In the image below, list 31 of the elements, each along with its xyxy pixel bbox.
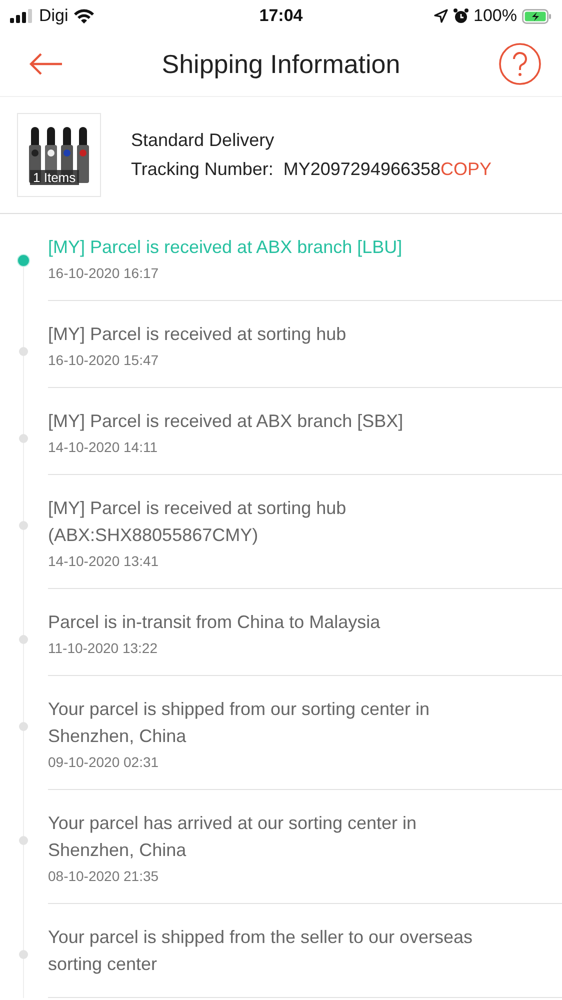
event-time: 16-10-2020 16:17 bbox=[48, 265, 160, 281]
delivery-service: Standard Delivery bbox=[131, 130, 276, 151]
status-time: 17:04 bbox=[259, 6, 303, 26]
event-time: 14-10-2020 13:41 bbox=[48, 553, 160, 569]
event-description: Parcel is in-transit from China to Malaysia bbox=[48, 611, 382, 634]
item-count: 1 Items bbox=[30, 170, 79, 185]
battery-percent: 100% bbox=[474, 6, 517, 26]
event-time: 14-10-2020 14:11 bbox=[48, 439, 158, 455]
event-time: 08-10-2020 21:35 bbox=[48, 868, 160, 884]
tracking-number: MY2097294966358 bbox=[283, 159, 441, 180]
back-button[interactable] bbox=[28, 52, 64, 76]
carrier-name: Digi bbox=[39, 6, 68, 26]
event-description: [MY] Parcel is received at ABX branch [LBU] bbox=[48, 236, 404, 259]
event-description: Your parcel is shipped from the seller to our overseas sorting center bbox=[48, 926, 474, 976]
event-time: 09-10-2020 02:31 bbox=[48, 754, 160, 770]
location-icon bbox=[434, 9, 448, 23]
wifi-icon bbox=[73, 8, 96, 24]
event-time: 11-10-2020 13:22 bbox=[48, 640, 158, 656]
alarm-icon bbox=[452, 8, 469, 24]
copy-button[interactable]: COPY bbox=[440, 159, 492, 180]
event-description: Your parcel has arrived at our sorting center in Shenzhen, China bbox=[48, 812, 418, 862]
event-description: Your parcel is shipped from our sorting center in Shenzhen, China bbox=[48, 698, 431, 748]
help-button[interactable] bbox=[498, 42, 542, 86]
event-description: [MY] Parcel is received at ABX branch [SBX] bbox=[48, 410, 404, 433]
signal-icon bbox=[10, 9, 34, 23]
event-time: 16-10-2020 15:47 bbox=[48, 352, 160, 368]
tracking-label: Tracking Number: bbox=[131, 159, 274, 180]
event-description: [MY] Parcel is received at sorting hub bbox=[48, 323, 348, 346]
page-title: Shipping Information bbox=[162, 48, 400, 80]
battery-icon bbox=[522, 8, 552, 24]
event-description: [MY] Parcel is received at sorting hub (ABX:SHX88055867CMY) bbox=[48, 497, 348, 547]
